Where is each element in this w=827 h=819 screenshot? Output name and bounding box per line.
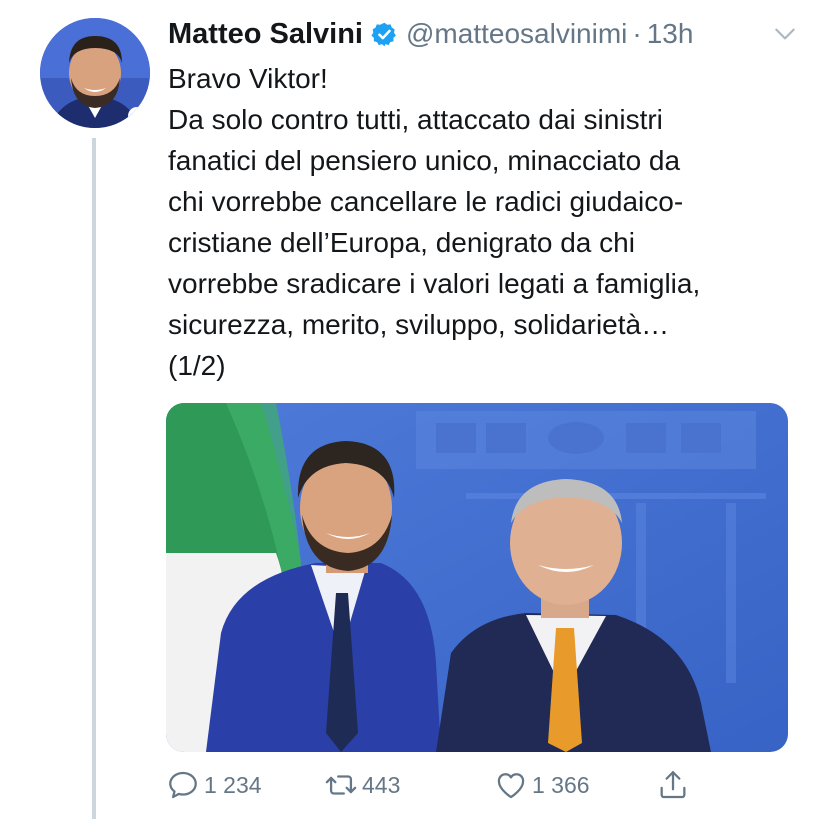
share-icon (660, 771, 686, 799)
retweet-count: 443 (362, 771, 401, 798)
verified-badge-icon (371, 21, 398, 48)
retweet-icon (325, 775, 357, 795)
reply-count: 1 234 (204, 771, 262, 798)
like-button[interactable]: 1 366 (494, 768, 590, 802)
tweet-header: Matteo Salvini @matteosalvinimi · 13h (168, 14, 798, 54)
retweet-button[interactable]: 443 (324, 768, 400, 802)
like-count: 1 366 (532, 771, 590, 798)
tweet-text-line: vorrebbe sradicare i valori legati a fam… (168, 268, 701, 299)
tweet-text-line: (1/2) (168, 350, 226, 381)
tweet-text-line: cristiane dell’Europa, denigrato da chi (168, 227, 635, 258)
thread-line (92, 138, 96, 819)
share-button[interactable] (656, 768, 690, 802)
reply-button[interactable]: 1 234 (166, 768, 262, 802)
tweet-text-line: Bravo Viktor! (168, 63, 328, 94)
handle[interactable]: @matteosalvinimi (406, 18, 627, 50)
tweet-text: Bravo Viktor! Da solo contro tutti, atta… (168, 58, 808, 386)
tweet-text-line: chi vorrebbe cancellare le radici giudai… (168, 186, 684, 217)
chevron-down-icon[interactable] (772, 21, 798, 47)
avatar[interactable] (40, 18, 150, 128)
display-name[interactable]: Matteo Salvini (168, 18, 363, 51)
avatar-image (40, 18, 150, 128)
tweet-text-line: sicurezza, merito, sviluppo, solidarietà… (168, 309, 670, 340)
separator-dot: · (632, 18, 642, 49)
tweet-text-line: Da solo contro tutti, attaccato dai sini… (168, 104, 663, 135)
reply-icon (169, 771, 197, 799)
photo-image (166, 403, 788, 752)
tweet-photo[interactable] (166, 403, 788, 752)
heart-icon (497, 773, 525, 799)
timestamp[interactable]: 13h (647, 18, 694, 50)
tweet-actions: 1 234 443 1 366 (166, 768, 726, 808)
tweet-text-line: fanatici del pensiero unico, minacciato … (168, 145, 681, 176)
